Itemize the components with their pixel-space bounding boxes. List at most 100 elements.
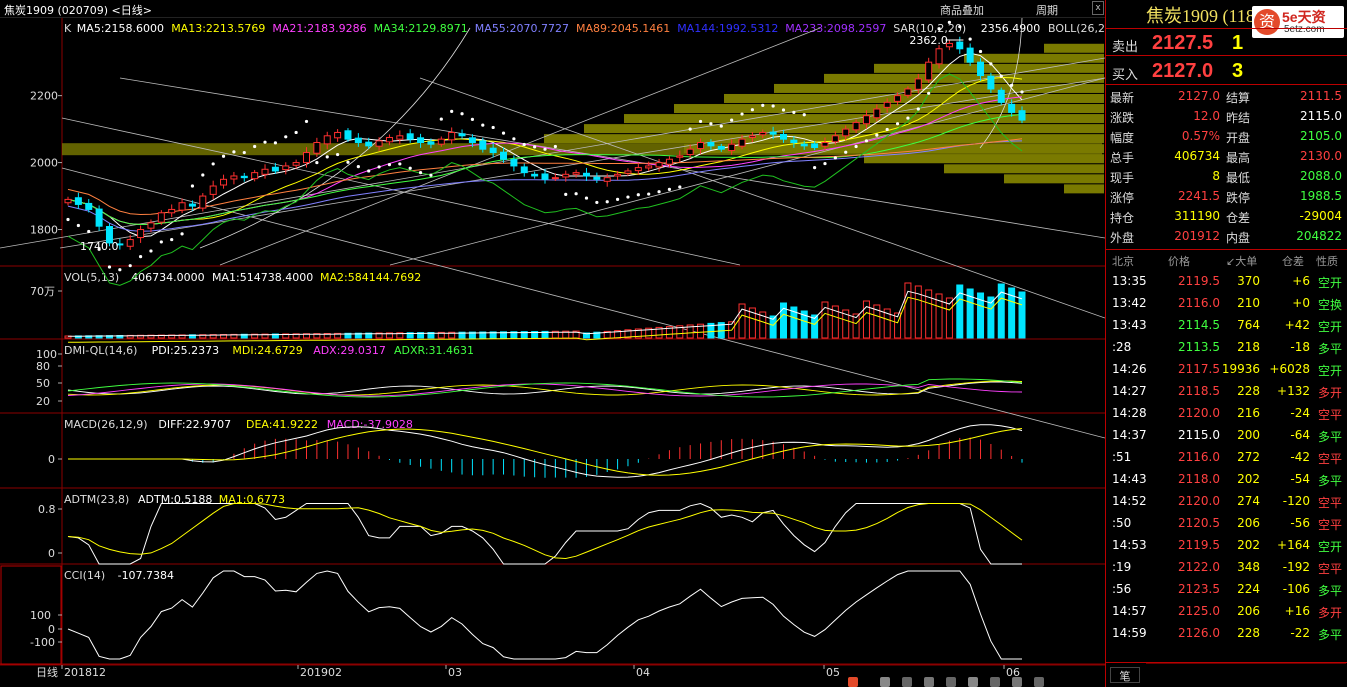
- taskbar-icon[interactable]: [924, 677, 934, 687]
- candle-body: [520, 166, 528, 174]
- tick-row[interactable]: 14:59 2126.0 228 -22 多平: [1106, 622, 1347, 644]
- stat-value: 2088.0: [1300, 169, 1342, 183]
- candle-body: [676, 155, 684, 158]
- sar-dot: [253, 144, 257, 149]
- tick-row[interactable]: :19 2122.0 348 -192 空平: [1106, 556, 1347, 578]
- sar-dot: [87, 229, 91, 234]
- candle-body: [385, 136, 393, 143]
- tick-time: 13:42: [1112, 296, 1147, 310]
- tick-price: 2120.5: [1178, 516, 1220, 530]
- tick-oi-change: +6028: [1269, 362, 1310, 376]
- candle-body: [292, 162, 300, 166]
- sar-dot: [844, 150, 848, 154]
- taskbar-icons: [840, 676, 1105, 687]
- menu-period[interactable]: 周期: [1036, 2, 1058, 18]
- tick-nature: 多平: [1317, 430, 1342, 444]
- candle-body: [707, 142, 715, 147]
- tick-row[interactable]: 13:43 2114.5 764 +42 空开: [1106, 314, 1347, 336]
- candle-body: [375, 140, 383, 147]
- tick-nature: 多平: [1317, 342, 1342, 356]
- tick-price: 2120.0: [1178, 494, 1220, 508]
- tick-row[interactable]: :51 2116.0 272 -42 空平: [1106, 446, 1347, 468]
- tick-volume: 228: [1237, 384, 1260, 398]
- stat-label: 幅度: [1110, 131, 1135, 145]
- candle-body: [603, 177, 611, 182]
- tick-price: 2122.0: [1178, 560, 1220, 574]
- candle-body: [624, 170, 632, 174]
- tick-nature: 空开: [1317, 320, 1342, 334]
- tick-row[interactable]: 14:27 2118.5 228 +132 多开: [1106, 380, 1347, 402]
- tick-row[interactable]: :56 2123.5 224 -106 多平: [1106, 578, 1347, 600]
- sar-dot: [792, 110, 796, 114]
- candle-body: [323, 135, 331, 145]
- taskbar-icon[interactable]: [990, 677, 1000, 687]
- sar-dot: [895, 122, 900, 126]
- stat-label: 涨跌: [1110, 111, 1135, 125]
- tick-oi-change: -54: [1290, 472, 1310, 486]
- sar-dot: [522, 142, 526, 147]
- tick-nature: 多平: [1317, 628, 1342, 642]
- tick-time: :19: [1112, 560, 1132, 574]
- y-tick-label: 70万: [30, 285, 55, 298]
- quote-stats: 最新 2127.0 结算 2111.5 涨跌 12.0 昨结 2115.0 幅度 0.57% 开盘 2…: [1106, 86, 1347, 246]
- tick-row[interactable]: 14:28 2120.0 216 -24 空平: [1106, 402, 1347, 424]
- candle-body: [925, 61, 933, 81]
- candle-body: [437, 138, 445, 145]
- taskbar-icon[interactable]: [968, 677, 978, 687]
- tick-oi-change: +42: [1284, 318, 1310, 332]
- sar-dot: [574, 192, 578, 196]
- taskbar-icon[interactable]: [1012, 677, 1022, 687]
- taskbar-icon[interactable]: [1034, 677, 1044, 687]
- chart-area[interactable]: K MA5:2158.6000 MA13:2213.5769 MA21:2183.92…: [0, 18, 1105, 687]
- indicator-legend: MA2:584144.7692: [320, 271, 421, 284]
- sar-dot: [242, 150, 246, 155]
- candle-body: [821, 142, 829, 147]
- candle-body: [914, 78, 922, 90]
- candle-body: [479, 140, 487, 150]
- sar-dot: [481, 123, 485, 127]
- sell-qty: 1: [1232, 32, 1244, 54]
- taskbar-icon[interactable]: [880, 677, 890, 687]
- tick-row[interactable]: 14:26 2117.5 19936 +6028 空开: [1106, 358, 1347, 380]
- stat-label: 涨停: [1110, 191, 1135, 205]
- y-tick-label: -100: [30, 636, 55, 649]
- tick-time: 13:43: [1112, 318, 1147, 332]
- tick-list[interactable]: 13:35 2119.5 370 +6 空开 13:42 2116.0 210 +0 空换 13:4…: [1106, 270, 1347, 644]
- sar-dot: [367, 169, 371, 173]
- tick-row[interactable]: 14:57 2125.0 206 +16 多开: [1106, 600, 1347, 622]
- tick-volume: 210: [1237, 296, 1260, 310]
- taskbar-app-icon[interactable]: [848, 677, 858, 687]
- tick-row[interactable]: :28 2113.5 218 -18 多平: [1106, 336, 1347, 358]
- candle-body: [510, 159, 518, 167]
- tick-price: 2116.0: [1178, 450, 1220, 464]
- indicator-legend: MA89:2045.1461: [576, 22, 670, 35]
- tick-row[interactable]: 14:43 2118.0 202 -54 多平: [1106, 468, 1347, 490]
- tick-row[interactable]: 13:42 2116.0 210 +0 空换: [1106, 292, 1347, 314]
- x-axis-label: 日线: [36, 665, 58, 679]
- stat-label: 总手: [1110, 151, 1135, 165]
- sar-dot: [76, 223, 80, 228]
- sar-dot: [740, 112, 744, 116]
- close-icon[interactable]: x: [1092, 1, 1104, 15]
- tick-row[interactable]: :50 2120.5 206 -56 空平: [1106, 512, 1347, 534]
- candle-body: [665, 158, 673, 165]
- volume-profile-bar: [1004, 174, 1104, 184]
- tab-ticks[interactable]: 笔: [1110, 667, 1140, 683]
- sar-dot: [906, 116, 910, 120]
- candle-body: [168, 208, 176, 214]
- taskbar-icon[interactable]: [946, 677, 956, 687]
- taskbar-icon[interactable]: [902, 677, 912, 687]
- sar-dot: [128, 264, 132, 268]
- tick-nature: 空开: [1317, 276, 1342, 290]
- tick-nature: 空平: [1317, 518, 1342, 532]
- tick-nature: 空开: [1317, 540, 1342, 554]
- candle-body: [800, 143, 808, 147]
- candle-body: [531, 173, 539, 177]
- tick-row[interactable]: 13:35 2119.5 370 +6 空开: [1106, 270, 1347, 292]
- tick-row[interactable]: 14:53 2119.5 202 +164 空开: [1106, 534, 1347, 556]
- indicator-legend: ADTM:0.5188: [138, 493, 212, 506]
- tick-row[interactable]: 14:37 2115.0 200 -64 多平: [1106, 424, 1347, 446]
- tick-row[interactable]: 14:52 2120.0 274 -120 空平: [1106, 490, 1347, 512]
- y-tick-label: 20: [36, 395, 50, 408]
- menu-overlay-commodity[interactable]: 商品叠加: [940, 2, 984, 18]
